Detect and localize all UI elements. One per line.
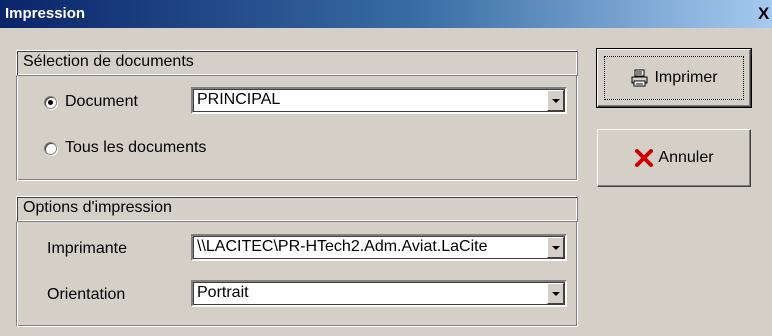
print-options-group-title: Options d'impression bbox=[23, 199, 172, 216]
chevron-down-icon[interactable] bbox=[547, 237, 564, 258]
window-title: Impression bbox=[5, 5, 86, 22]
printer-label: Imprimante bbox=[47, 240, 128, 257]
document-radio[interactable] bbox=[44, 96, 57, 109]
documents-group-header: Sélection de documents bbox=[16, 50, 578, 76]
documents-group-body: Document PRINCIPAL Tous les documents bbox=[16, 76, 578, 181]
document-select[interactable]: PRINCIPAL bbox=[191, 87, 567, 114]
document-select-value: PRINCIPAL bbox=[197, 91, 281, 108]
close-icon[interactable]: X bbox=[758, 5, 772, 23]
chevron-down-icon[interactable] bbox=[547, 90, 564, 111]
print-options-group-body: Imprimante \\LACITEC\PR-HTech2.Adm.Aviat… bbox=[16, 222, 578, 327]
document-radio-label[interactable]: Document bbox=[65, 93, 138, 111]
printer-icon bbox=[630, 69, 650, 87]
print-options-group-header: Options d'impression bbox=[16, 196, 578, 222]
documents-group-title: Sélection de documents bbox=[23, 53, 194, 70]
print-button-label: Imprimer bbox=[654, 69, 718, 86]
all-documents-radio-label[interactable]: Tous les documents bbox=[65, 139, 206, 157]
print-button[interactable]: Imprimer bbox=[596, 48, 752, 108]
red-x-icon bbox=[634, 149, 654, 167]
documents-group: Sélection de documents Document PRINCIPA… bbox=[16, 50, 578, 181]
cancel-button-label: Annuler bbox=[658, 149, 714, 166]
orientation-label: Orientation bbox=[47, 286, 126, 303]
printer-select[interactable]: \\LACITEC\PR-HTech2.Adm.Aviat.LaCite bbox=[191, 234, 567, 261]
orientation-select[interactable]: Portrait bbox=[191, 280, 567, 307]
all-documents-radio[interactable] bbox=[44, 142, 57, 155]
chevron-down-icon[interactable] bbox=[547, 283, 564, 304]
cancel-button[interactable]: Annuler bbox=[597, 129, 751, 187]
orientation-select-value: Portrait bbox=[197, 284, 249, 301]
title-bar[interactable]: Impression X bbox=[0, 0, 772, 28]
printer-select-value: \\LACITEC\PR-HTech2.Adm.Aviat.LaCite bbox=[197, 238, 488, 255]
print-options-group: Options d'impression Imprimante \\LACITE… bbox=[16, 196, 578, 327]
